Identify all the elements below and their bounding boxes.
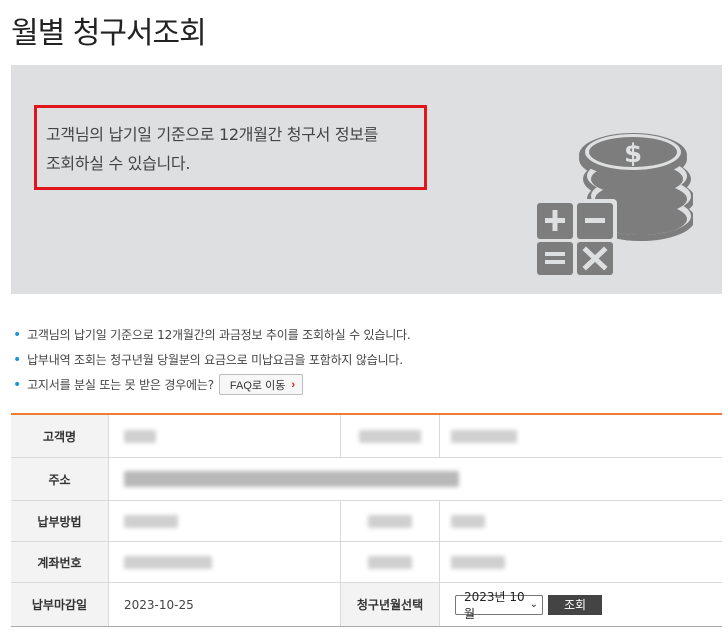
redacted-text	[451, 514, 485, 528]
bullet-icon: •	[13, 351, 22, 368]
table-row: 납부방법	[11, 501, 722, 542]
billing-month-controls: 2023년 10월 ⌄ 조회	[440, 583, 722, 626]
chevron-right-icon: ›	[291, 378, 295, 391]
redacted-value	[440, 542, 722, 582]
redacted-text	[451, 555, 505, 569]
info-item-text: 고객님의 납기일 기준으로 12개월간의 과금정보 추이를 조회하실 수 있습니…	[27, 327, 411, 342]
banner-notice-line1: 고객님의 납기일 기준으로 12개월간 청구서 정보를	[46, 125, 379, 144]
info-banner: 고객님의 납기일 기준으로 12개월간 청구서 정보를 조회하실 수 있습니다.…	[11, 65, 722, 294]
list-item: • 고지서를 분실 또는 못 받은 경우에는? FAQ로 이동 ›	[13, 372, 713, 397]
address-value	[109, 458, 722, 500]
redacted-text	[359, 429, 421, 443]
redacted-text	[124, 514, 178, 528]
search-button[interactable]: 조회	[548, 594, 602, 615]
redacted-value	[440, 415, 722, 457]
payment-method-value	[109, 501, 340, 541]
account-number-label: 계좌번호	[11, 542, 109, 582]
billing-month-select[interactable]: 2023년 10월 ⌄	[455, 590, 543, 621]
faq-button-label: FAQ로 이동	[229, 379, 286, 392]
payment-method-label: 납부방법	[11, 501, 109, 541]
bullet-icon: •	[13, 376, 22, 393]
banner-notice: 고객님의 납기일 기준으로 12개월간 청구서 정보를 조회하실 수 있습니다.	[34, 105, 427, 190]
redacted-text	[451, 429, 517, 443]
due-date-value: 2023-10-25	[124, 597, 194, 612]
billing-month-selected: 2023년 10월	[464, 589, 525, 621]
page-title: 월별 청구서조회	[11, 16, 207, 51]
banner-notice-line2: 조회하실 수 있습니다.	[46, 154, 191, 173]
address-label: 주소	[11, 458, 109, 500]
redacted-text	[124, 429, 156, 443]
bullet-icon: •	[13, 326, 22, 343]
table-row: 계좌번호	[11, 542, 722, 583]
list-item: • 납부내역 조회는 청구년월 당월분의 요금으로 미납요금을 포함하지 않습니…	[13, 347, 713, 372]
chevron-down-icon: ⌄	[529, 599, 538, 610]
redacted-text	[124, 555, 212, 569]
info-item-text: 납부내역 조회는 청구년월 당월분의 요금으로 미납요금을 포함하지 않습니다.	[27, 352, 403, 367]
info-item-text: 고지서를 분실 또는 못 받은 경우에는?	[27, 377, 214, 392]
coin-symbol: $	[624, 139, 642, 169]
redacted-label	[340, 501, 440, 541]
table-row: 주소	[11, 458, 722, 501]
info-list: • 고객님의 납기일 기준으로 12개월간의 과금정보 추이를 조회하실 수 있…	[13, 322, 713, 397]
redacted-value	[440, 501, 722, 541]
table-row: 고객명	[11, 415, 722, 458]
redacted-text	[368, 555, 412, 569]
list-item: • 고객님의 납기일 기준으로 12개월간의 과금정보 추이를 조회하실 수 있…	[13, 322, 713, 347]
coins-calculator-icon: $	[531, 133, 693, 277]
customer-name-value	[109, 415, 340, 457]
account-number-value	[109, 542, 340, 582]
redacted-label	[340, 542, 440, 582]
redacted-text	[368, 514, 412, 528]
billing-info-table: 고객명 주소 납부방법 계좌번호 납부마감일 2023-10-25 청구년월선택…	[11, 413, 722, 627]
customer-name-label: 고객명	[11, 415, 109, 457]
due-date-label: 납부마감일	[11, 583, 109, 626]
redacted-label	[340, 415, 440, 457]
faq-button[interactable]: FAQ로 이동 ›	[218, 374, 303, 395]
billing-month-label: 청구년월선택	[340, 583, 440, 626]
redacted-text	[124, 471, 459, 487]
table-row: 납부마감일 2023-10-25 청구년월선택 2023년 10월 ⌄ 조회	[11, 583, 722, 627]
